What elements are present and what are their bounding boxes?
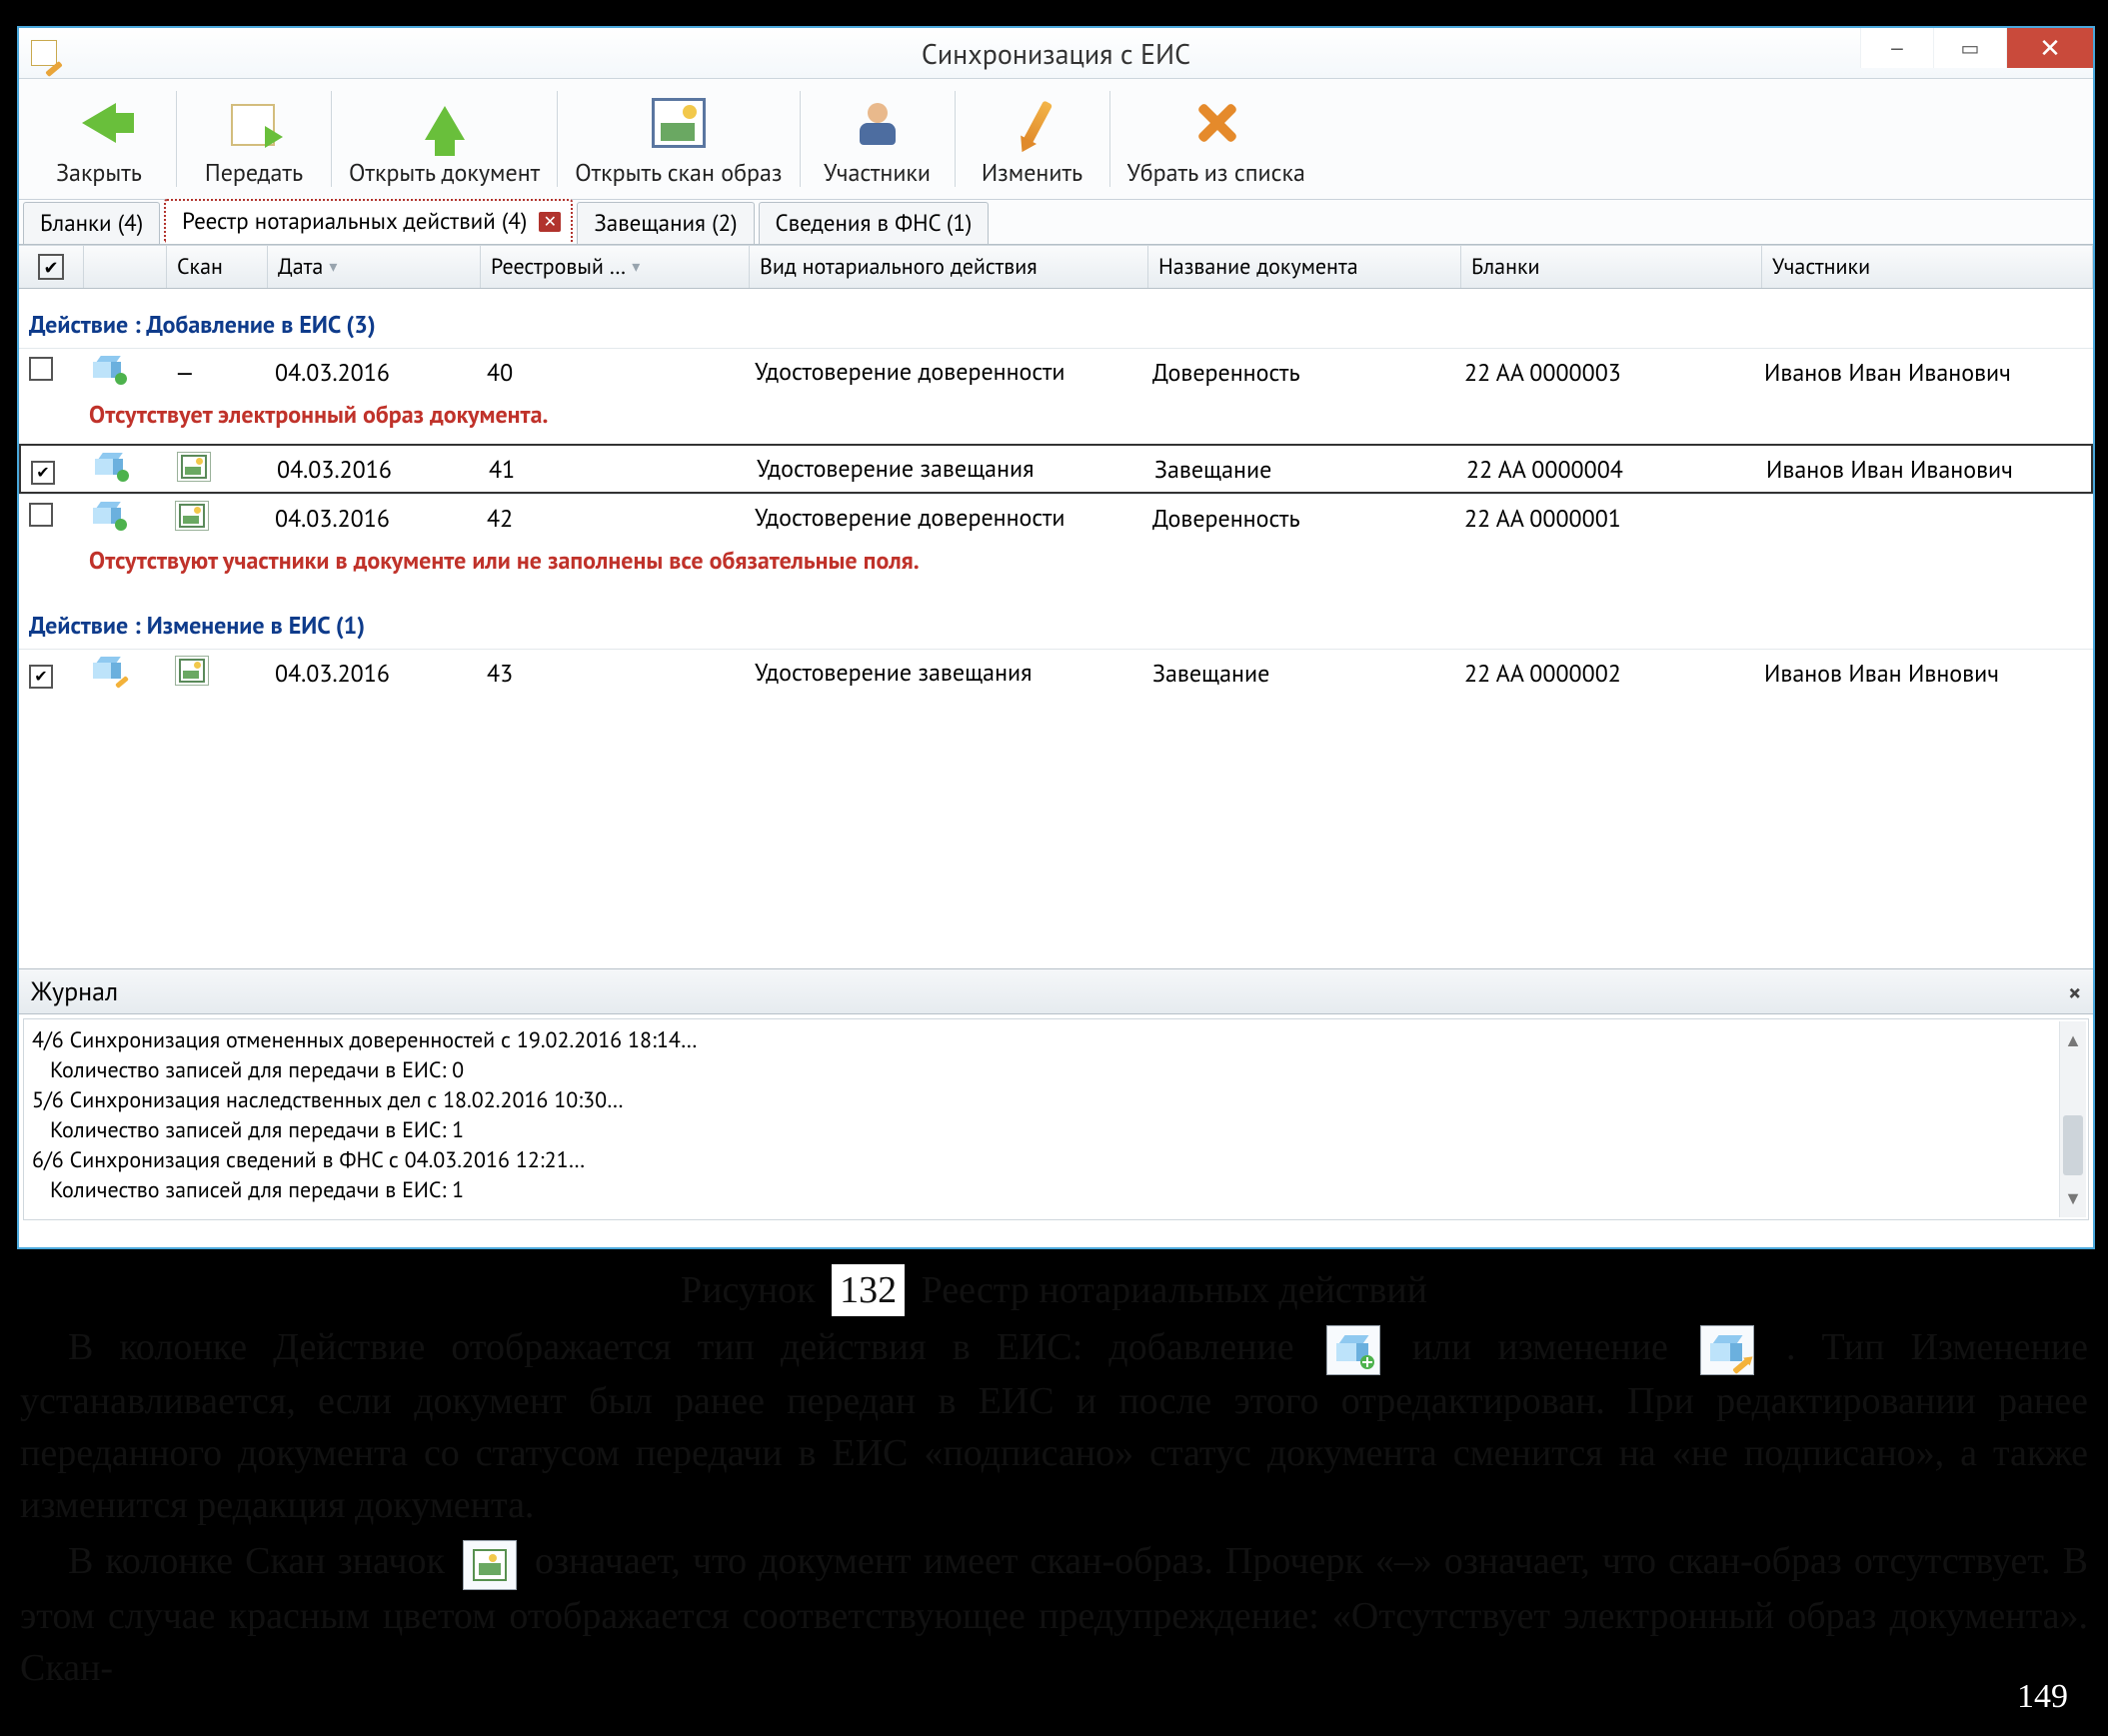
col-blanks[interactable]: Бланки <box>1461 246 1762 288</box>
close-tab-icon[interactable]: ✕ <box>539 212 561 232</box>
row-warning: Отсутствует электронный образ документа. <box>19 395 2093 444</box>
table-row[interactable]: 04.03.2016 42 Удостоверение доверенности… <box>19 494 2093 541</box>
group-header-add: Действие : Добавление в ЕИС (3) <box>19 289 2093 348</box>
data-grid: ✔ Скан Дата▾ Реестровый …▾ Вид нотариаль… <box>19 245 2093 968</box>
col-reg[interactable]: Реестровый …▾ <box>481 246 750 288</box>
figure-caption-prefix: Рисунок <box>681 1269 816 1311</box>
inline-add-cube-icon <box>1326 1325 1380 1375</box>
scan-thumb-icon <box>175 656 209 686</box>
col-scan[interactable]: Скан <box>167 246 268 288</box>
toolbar-open-doc[interactable]: Открыть документ <box>333 83 556 199</box>
edit-cube-icon <box>93 657 123 683</box>
toolbar-remove-label: Убрать из списка <box>1127 157 1305 188</box>
inline-edit-cube-icon <box>1700 1325 1754 1375</box>
minimize-button[interactable]: — <box>1860 28 1933 68</box>
app-icon <box>29 38 59 68</box>
row-checkbox[interactable] <box>29 357 53 381</box>
toolbar-open-doc-label: Открыть документ <box>349 157 540 188</box>
toolbar-participants-label: Участники <box>824 157 931 188</box>
log-header[interactable]: Журнал × <box>19 968 2093 1014</box>
table-row[interactable]: — 04.03.2016 40 Удостоверение довереннос… <box>19 348 2093 395</box>
scan-thumb-icon <box>175 501 209 531</box>
log-title: Журнал <box>31 975 118 1008</box>
inline-scan-icon <box>463 1540 517 1590</box>
add-cube-icon <box>93 502 123 528</box>
window-title: Синхронизация с ЕИС <box>19 35 2093 72</box>
table-row[interactable]: 04.03.2016 41 Удостоверение завещания За… <box>19 444 2093 494</box>
checkbox-all-icon[interactable]: ✔ <box>38 254 64 280</box>
scroll-thumb[interactable] <box>2063 1115 2083 1175</box>
scan-image-icon <box>651 95 707 151</box>
scrollbar[interactable]: ▲ ▼ <box>2059 1021 2086 1217</box>
grid-body[interactable]: Действие : Добавление в ЕИС (3) — 04.03.… <box>19 289 2093 968</box>
remove-x-icon <box>1188 95 1244 151</box>
toolbar-edit-label: Изменить <box>982 157 1082 188</box>
log-line: Количество записей для передачи в ЕИС: 1 <box>32 1175 2080 1205</box>
person-icon <box>850 95 906 151</box>
toolbar-transfer-label: Передать <box>205 157 303 188</box>
toolbar-participants[interactable]: Участники <box>802 83 954 199</box>
toolbar-open-scan[interactable]: Открыть скан образ <box>559 83 798 199</box>
scroll-down-icon[interactable]: ▼ <box>2064 1179 2082 1217</box>
scroll-up-icon[interactable]: ▲ <box>2064 1021 2082 1059</box>
toolbar-edit[interactable]: Изменить <box>957 83 1108 199</box>
toolbar-transfer[interactable]: Передать <box>178 83 330 199</box>
close-button[interactable]: ✕ <box>2006 28 2093 68</box>
tab-fns[interactable]: Сведения в ФНС (1) <box>759 202 990 244</box>
figure-caption: Реестр нотариальных действий <box>922 1269 1427 1311</box>
row-checkbox[interactable] <box>29 665 53 689</box>
col-action[interactable] <box>84 246 167 288</box>
log-line: Количество записей для передачи в ЕИС: 0 <box>32 1055 2080 1085</box>
col-name[interactable]: Название документа <box>1148 246 1461 288</box>
document-body: Рисунок 132 Реестр нотариальных действий… <box>20 1263 2088 1698</box>
add-cube-icon <box>93 356 123 382</box>
tab-registry[interactable]: Реестр нотариальных действий (4) ✕ <box>164 199 573 244</box>
log-line: Количество записей для передачи в ЕИС: 1 <box>32 1115 2080 1145</box>
log-line: 4/6 Синхронизация отмененных доверенност… <box>32 1025 2080 1055</box>
tab-wills[interactable]: Завещания (2) <box>577 202 754 244</box>
row-checkbox[interactable] <box>29 503 53 527</box>
sort-icon: ▾ <box>329 257 337 277</box>
log-line: 5/6 Синхронизация наследственных дел с 1… <box>32 1085 2080 1115</box>
row-checkbox[interactable] <box>31 461 55 485</box>
sync-window: Синхронизация с ЕИС — ▭ ✕ Закрыть Переда… <box>17 26 2095 1249</box>
toolbar-close-label: Закрыть <box>56 157 142 188</box>
log-body: 4/6 Синхронизация отмененных доверенност… <box>23 1018 2089 1220</box>
add-cube-icon <box>95 453 125 479</box>
toolbar-open-scan-label: Открыть скан образ <box>575 157 782 188</box>
table-row[interactable]: 04.03.2016 43 Удостоверение завещания За… <box>19 649 2093 696</box>
pencil-icon <box>1005 95 1060 151</box>
row-warning: Отсутствуют участники в документе или не… <box>19 541 2093 590</box>
group-header-mod: Действие : Изменение в ЕИС (1) <box>19 590 2093 649</box>
tabstrip: Бланки (4) Реестр нотариальных действий … <box>19 200 2093 245</box>
tab-registry-label: Реестр нотариальных действий (4) <box>182 207 527 236</box>
scan-thumb-icon <box>177 452 211 482</box>
log-line: 6/6 Синхронизация сведений в ФНС с 04.03… <box>32 1145 2080 1175</box>
toolbar: Закрыть Передать Открыть документ Открыт… <box>19 79 2093 200</box>
arrow-left-icon <box>71 95 127 151</box>
maximize-button[interactable]: ▭ <box>1933 28 2006 68</box>
transfer-icon <box>226 95 282 151</box>
col-participants[interactable]: Участники <box>1762 246 2093 288</box>
log-close-icon[interactable]: × <box>2068 977 2081 1008</box>
arrow-up-icon <box>417 95 473 151</box>
grid-header: ✔ Скан Дата▾ Реестровый …▾ Вид нотариаль… <box>19 246 2093 289</box>
toolbar-remove[interactable]: Убрать из списка <box>1111 83 1321 199</box>
col-date[interactable]: Дата▾ <box>268 246 481 288</box>
figure-number: 132 <box>831 1263 906 1317</box>
col-vid[interactable]: Вид нотариального действия <box>750 246 1148 288</box>
sort-icon: ▾ <box>632 257 640 277</box>
col-checkbox[interactable]: ✔ <box>19 246 84 288</box>
toolbar-close[interactable]: Закрыть <box>23 83 175 199</box>
tab-blanks[interactable]: Бланки (4) <box>23 202 160 244</box>
titlebar[interactable]: Синхронизация с ЕИС — ▭ ✕ <box>19 28 2093 79</box>
page-number: 149 <box>2017 1678 2068 1716</box>
